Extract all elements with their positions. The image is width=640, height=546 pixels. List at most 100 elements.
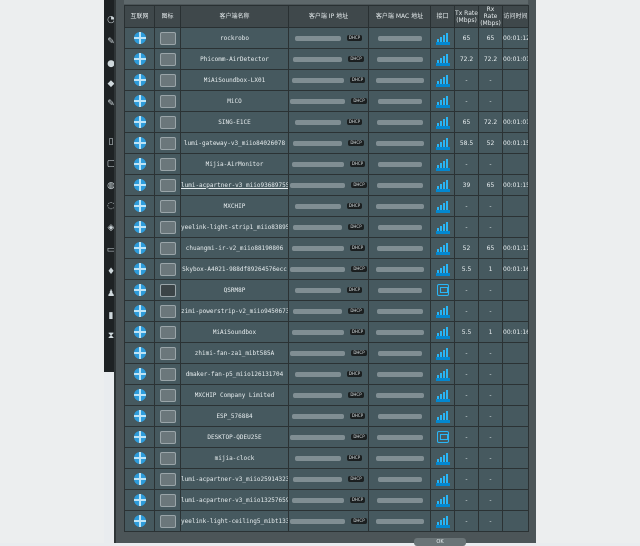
internet-cell[interactable] bbox=[124, 468, 155, 490]
mac-redacted bbox=[376, 56, 423, 62]
header-access-time[interactable]: 访问时间 bbox=[502, 5, 529, 28]
client-name-cell: mijia-clock bbox=[180, 447, 289, 469]
globe-icon[interactable] bbox=[133, 137, 146, 149]
globe-icon[interactable] bbox=[133, 116, 146, 128]
globe-icon[interactable] bbox=[133, 263, 146, 275]
globe-icon[interactable] bbox=[133, 452, 146, 464]
table-row: lumi-acpartner-v3_miio259143231 DHCP - - bbox=[124, 468, 529, 490]
rx-rate-cell: 1 bbox=[478, 321, 503, 343]
internet-cell[interactable] bbox=[124, 237, 155, 259]
header-icon[interactable]: 图标 bbox=[154, 5, 181, 28]
internet-cell[interactable] bbox=[124, 342, 155, 364]
internet-cell[interactable] bbox=[124, 321, 155, 343]
tx-rate-cell: - bbox=[454, 405, 479, 427]
globe-icon[interactable] bbox=[133, 389, 146, 401]
device-icon bbox=[159, 31, 176, 45]
mac-cell bbox=[368, 48, 431, 70]
globe-icon[interactable] bbox=[133, 242, 146, 254]
client-name-cell: yeelink-light-strip1_miio838955 bbox=[180, 216, 289, 238]
globe-icon[interactable] bbox=[133, 326, 146, 338]
internet-cell[interactable] bbox=[124, 153, 155, 175]
header-ip[interactable]: 客户端 IP 地址 bbox=[288, 5, 369, 28]
tx-rate-cell: - bbox=[454, 489, 479, 511]
ok-button[interactable]: OK bbox=[414, 538, 466, 546]
ip-cell: DHCP bbox=[288, 27, 369, 49]
dhcp-badge: DHCP bbox=[351, 98, 367, 104]
wifi-signal-icon bbox=[435, 262, 450, 276]
interface-cell bbox=[430, 510, 455, 532]
internet-cell[interactable] bbox=[124, 258, 155, 280]
internet-cell[interactable] bbox=[124, 48, 155, 70]
mac-cell bbox=[368, 216, 431, 238]
header-client-name[interactable]: 客户端名称 bbox=[180, 5, 289, 28]
internet-cell[interactable] bbox=[124, 489, 155, 511]
dhcp-badge: DHCP bbox=[351, 350, 367, 356]
header-interface[interactable]: 接口 bbox=[430, 5, 455, 28]
internet-cell[interactable] bbox=[124, 216, 155, 238]
internet-cell[interactable] bbox=[124, 27, 155, 49]
internet-cell[interactable] bbox=[124, 195, 155, 217]
globe-icon[interactable] bbox=[133, 473, 146, 485]
device-icon bbox=[159, 451, 176, 465]
internet-cell[interactable] bbox=[124, 405, 155, 427]
tx-rate-cell: - bbox=[454, 195, 479, 217]
device-icon-cell bbox=[154, 279, 181, 301]
mac-redacted bbox=[375, 329, 424, 335]
dhcp-badge: DHCP bbox=[351, 518, 367, 524]
header-internet[interactable]: 互联网 bbox=[124, 5, 155, 28]
mac-cell bbox=[368, 111, 431, 133]
internet-cell[interactable] bbox=[124, 90, 155, 112]
rx-rate-cell: - bbox=[478, 447, 503, 469]
wifi-signal-icon bbox=[435, 31, 450, 45]
internet-cell[interactable] bbox=[124, 384, 155, 406]
interface-cell bbox=[430, 237, 455, 259]
internet-cell[interactable] bbox=[124, 69, 155, 91]
internet-cell[interactable] bbox=[124, 279, 155, 301]
ip-redacted bbox=[293, 476, 343, 482]
mac-cell bbox=[368, 279, 431, 301]
globe-icon[interactable] bbox=[133, 305, 146, 317]
table-row: ESP_576884 DHCP - - bbox=[124, 405, 529, 427]
device-icon bbox=[159, 346, 176, 360]
internet-cell[interactable] bbox=[124, 300, 155, 322]
internet-cell[interactable] bbox=[124, 510, 155, 532]
internet-cell[interactable] bbox=[124, 132, 155, 154]
wired-icon bbox=[436, 284, 449, 296]
globe-icon[interactable] bbox=[133, 74, 146, 86]
internet-cell[interactable] bbox=[124, 111, 155, 133]
ip-redacted bbox=[290, 518, 346, 524]
internet-cell[interactable] bbox=[124, 426, 155, 448]
table-row: MiCO DHCP - - bbox=[124, 90, 529, 112]
table-row: rockrobo DHCP 65 65 00:01:12 bbox=[124, 27, 529, 49]
globe-icon[interactable] bbox=[133, 494, 146, 506]
globe-icon[interactable] bbox=[133, 200, 146, 212]
header-mac[interactable]: 客户端 MAC 地址 bbox=[368, 5, 431, 28]
client-name-cell: zhimi-fan-za1_mibt585A bbox=[180, 342, 289, 364]
internet-cell[interactable] bbox=[124, 174, 155, 196]
globe-icon[interactable] bbox=[133, 431, 146, 443]
client-name-link[interactable]: lumi-acpartner-v3_miio93689755 bbox=[182, 182, 288, 189]
client-name: zimi-powerstrip-v2_miio94506730 bbox=[181, 307, 289, 315]
globe-icon[interactable] bbox=[133, 53, 146, 65]
globe-icon[interactable] bbox=[133, 158, 146, 170]
mac-cell bbox=[368, 174, 431, 196]
globe-icon[interactable] bbox=[133, 32, 146, 44]
globe-icon[interactable] bbox=[133, 368, 146, 380]
internet-cell[interactable] bbox=[124, 447, 155, 469]
globe-icon[interactable] bbox=[133, 221, 146, 233]
internet-cell[interactable] bbox=[124, 363, 155, 385]
device-icon bbox=[159, 94, 176, 108]
globe-icon[interactable] bbox=[133, 347, 146, 359]
dhcp-badge: DHCP bbox=[348, 308, 364, 314]
client-name: lumi-acpartner-v3_miio259143231 bbox=[181, 475, 289, 483]
globe-icon[interactable] bbox=[133, 95, 146, 107]
interface-cell bbox=[430, 195, 455, 217]
globe-icon[interactable] bbox=[133, 179, 146, 191]
client-name: lumi-acpartner-v3_miio132576594 bbox=[181, 496, 289, 504]
header-rx-rate[interactable]: Rx Rate (Mbps) bbox=[478, 5, 503, 28]
globe-icon[interactable] bbox=[133, 515, 146, 527]
device-icon bbox=[159, 283, 176, 297]
globe-icon[interactable] bbox=[133, 410, 146, 422]
header-tx-rate[interactable]: Tx Rate (Mbps) bbox=[454, 5, 479, 28]
globe-icon[interactable] bbox=[133, 284, 146, 296]
